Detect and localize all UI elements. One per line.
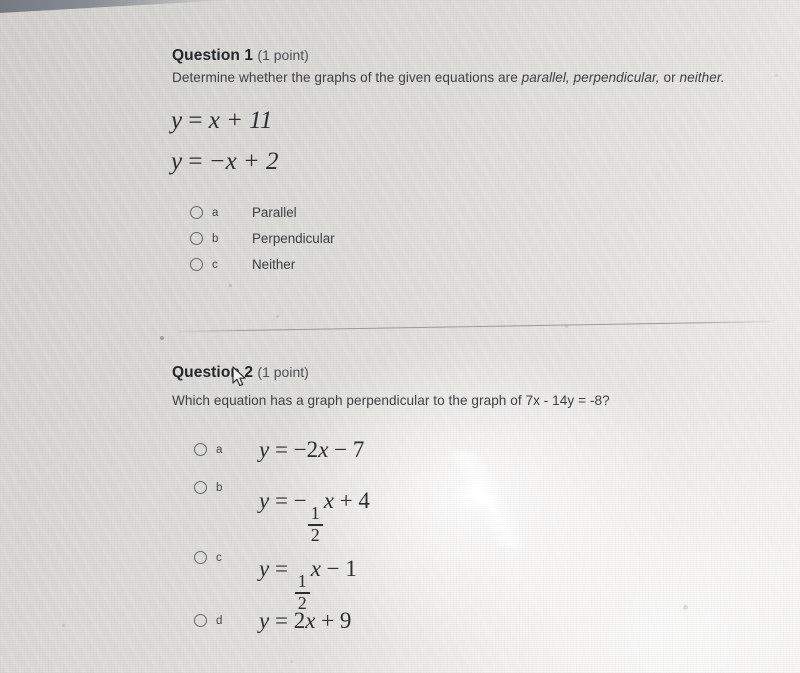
q2d-constant: + 9 [321,608,352,633]
q2-option-b-letter: b [216,482,223,494]
q2-option-d-letter: d [216,615,223,627]
q1-option-b-radio[interactable] [190,232,203,245]
q2b-constant: + 4 [339,488,370,513]
q1-option-b-label[interactable]: Perpendicular [252,231,335,246]
question-2-prompt: Which equation has a graph perpendicular… [172,393,610,408]
eq2-operator: = [188,148,203,175]
prompt-seg-italic: parallel, perpendicular, [521,70,660,85]
prompt-seg: Determine whether the graphs of the give… [172,70,522,85]
q1-option-c-letter: c [212,259,218,271]
eq1-operator: = [188,107,203,134]
eq2-rhs: −x + 2 [208,148,279,175]
screen-photo: Question 1 (1 point) Determine whether t… [0,0,800,673]
q2c-lhs: y [259,556,270,581]
q2-option-c-letter: c [216,552,222,564]
question-1-equation-1: y = x + 11 [171,107,272,135]
eq1-rhs: x + 11 [208,107,273,134]
question-1-heading: Question 1 (1 point) [172,47,309,65]
q2b-sign: − [293,488,307,513]
question-1-title: Question 1 [172,47,254,64]
question-1-points: (1 point) [257,47,309,63]
q2b-lhs: y [259,488,270,513]
q2d-operator: = [274,608,288,633]
q2c-constant: − 1 [326,556,357,581]
q2-option-b-radio[interactable] [194,481,207,494]
q2c-numerator: 1 [297,571,307,592]
q2a-lhs: y [259,437,270,462]
q2b-fraction: 12 [307,503,323,545]
q2a-operator: = [274,437,288,462]
prompt-seg: or [659,70,680,85]
question-1-equation-2: y = −x + 2 [171,148,279,176]
q2c-fraction: 12 [294,571,310,612]
q2c-operator: = [274,556,288,581]
q1-option-c-label[interactable]: Neither [252,257,295,272]
prompt-seg-italic: neither. [679,70,725,85]
question-2-title: Question 2 [172,364,254,381]
eq2-lhs: y [171,148,183,175]
q2b-numerator: 1 [310,503,320,524]
q2d-lhs: y [259,608,270,633]
quiz-content: Question 1 (1 point) Determine whether t… [0,0,800,673]
q2b-operator: = [274,488,288,513]
q2-option-a-equation[interactable]: y = −2x − 7 [259,437,364,463]
q2-option-c-radio[interactable] [194,551,207,564]
q2-option-a-radio[interactable] [194,443,207,456]
q1-option-a-label[interactable]: Parallel [252,205,297,220]
q2d-coefficient: 2 [293,608,306,633]
q1-option-a-radio[interactable] [190,206,203,219]
q2a-constant: − 7 [334,437,365,462]
q2-option-d-equation[interactable]: y = 2x + 9 [259,608,351,634]
q1-option-b-letter: b [212,233,219,245]
q2-option-d-radio[interactable] [194,614,207,627]
q1-option-c-radio[interactable] [190,258,203,271]
question-1-prompt: Determine whether the graphs of the give… [172,70,725,85]
q2d-variable: x [305,608,316,633]
q2-option-a-letter: a [216,444,223,456]
q2a-coefficient: −2 [293,437,319,462]
q2a-variable: x [318,437,329,462]
q2c-variable: x [310,556,321,581]
q1-option-a-letter: a [212,207,219,219]
question-2-heading: Question 2 (1 point) [172,364,309,382]
q2b-denominator: 2 [310,524,320,545]
section-divider [177,321,770,332]
eq1-lhs: y [171,107,183,134]
q2-option-b-equation[interactable]: y = −1 2 x + 4 [259,488,370,545]
question-2-points: (1 point) [257,364,309,380]
q2-option-c-equation[interactable]: y = 12x − 1 [259,556,357,613]
q2b-variable: x [323,488,334,513]
